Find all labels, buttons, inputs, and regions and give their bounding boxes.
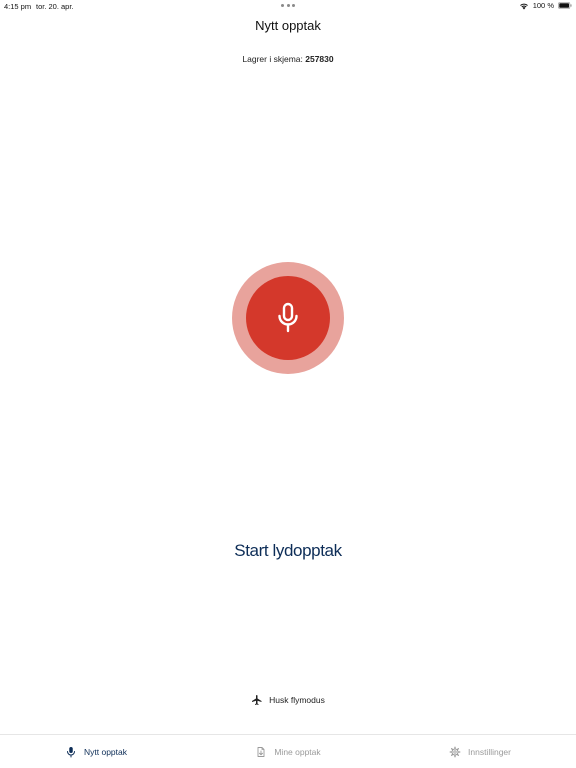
microphone-icon bbox=[278, 302, 298, 333]
tab-label: Innstillinger bbox=[468, 746, 511, 757]
tab-settings[interactable]: Innstillinger bbox=[384, 735, 576, 768]
tab-new-recording[interactable]: Nytt opptak bbox=[0, 735, 192, 768]
record-button[interactable] bbox=[232, 262, 344, 374]
document-download-icon bbox=[257, 746, 265, 757]
battery-icon bbox=[558, 2, 572, 9]
airplane-icon bbox=[252, 695, 262, 705]
battery-percent: 100 % bbox=[532, 1, 554, 10]
tab-label: Nytt opptak bbox=[84, 746, 127, 757]
status-right: 100 % bbox=[519, 1, 572, 10]
save-info-label: Lagrer i skjema: bbox=[242, 54, 303, 64]
multitasking-dots-icon[interactable] bbox=[281, 2, 295, 8]
flight-mode-text: Husk flymodus bbox=[269, 695, 325, 705]
tab-bar: Nytt opptak Mine opptak Innstillinger bbox=[0, 734, 576, 768]
status-time: 4:15 pm bbox=[4, 2, 32, 11]
tab-my-recordings[interactable]: Mine opptak bbox=[192, 735, 384, 768]
record-button-core[interactable] bbox=[246, 276, 330, 360]
page-title: Nytt opptak bbox=[255, 18, 321, 33]
save-info: Lagrer i skjema: 257830 bbox=[0, 54, 576, 64]
schema-number: 257830 bbox=[305, 54, 334, 64]
status-date: tor. 20. apr. bbox=[36, 2, 74, 11]
gear-icon bbox=[449, 746, 461, 757]
tab-label: Mine opptak bbox=[274, 746, 321, 757]
status-bar: 4:15 pm tor. 20. apr. 100 % bbox=[0, 0, 576, 12]
flight-mode-reminder: Husk flymodus bbox=[0, 694, 576, 706]
wifi-icon bbox=[519, 3, 528, 9]
microphone-icon bbox=[67, 746, 75, 757]
start-recording-label[interactable]: Start lydopptak bbox=[0, 541, 576, 561]
